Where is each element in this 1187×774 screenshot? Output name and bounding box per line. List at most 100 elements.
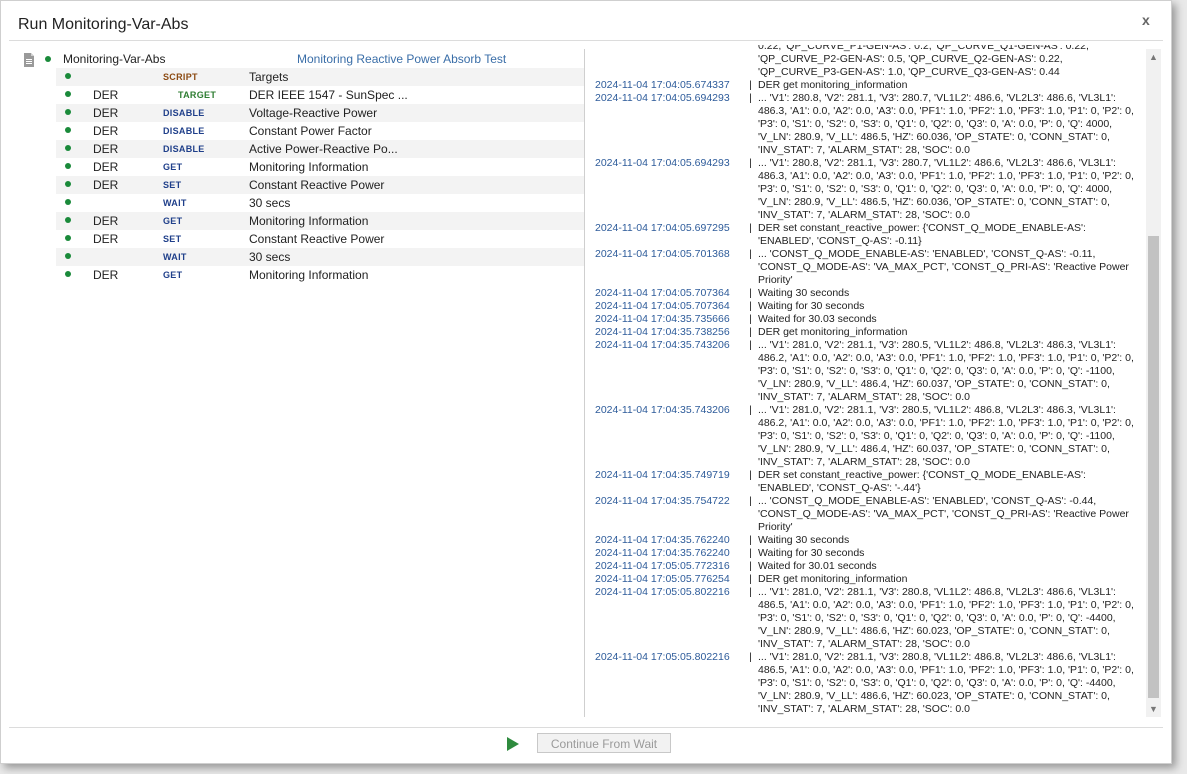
run-dialog: Run Monitoring-Var-Abs x Monitoring-Var-…	[0, 0, 1172, 764]
tree-root-description: Monitoring Reactive Power Absorb Test	[297, 52, 507, 66]
log-separator: |	[749, 573, 752, 585]
step-row[interactable]: DER TARGET DER IEEE 1547 - SunSpec ...	[56, 86, 584, 104]
step-row[interactable]: DER DISABLE Constant Power Factor	[56, 122, 584, 140]
log-entry: 2024-11-04 17:04:35.743206 | ... 'V1': 281…	[595, 339, 1143, 404]
log-scrollbar[interactable]: ▲ ▼	[1146, 49, 1161, 717]
step-row[interactable]: DER SET Constant Reactive Power	[56, 230, 584, 248]
step-row[interactable]: DER SET Constant Reactive Power	[56, 176, 584, 194]
log-timestamp: 2024-11-04 17:04:05.701368	[595, 248, 730, 260]
log-timestamp: 2024-11-04 17:05:05.772316	[595, 560, 730, 572]
log-entry: 2024-11-04 17:04:05.694293 | ... 'V1': 280…	[595, 157, 1143, 222]
status-dot	[65, 217, 71, 223]
dialog-title: Run Monitoring-Var-Abs	[18, 16, 189, 33]
log-message: 0.22, 'QP_CURVE_P1-GEN-AS': 0.2, 'QP_CUR…	[758, 45, 1089, 78]
log-timestamp: 2024-11-04 17:04:05.707364	[595, 300, 730, 312]
log-message: ... 'V1': 281.0, 'V2': 281.1, 'V3': 280.…	[758, 586, 1134, 650]
log-timestamp: 2024-11-04 17:04:05.707364	[595, 287, 730, 299]
step-row[interactable]: DER DISABLE Active Power-Reactive Po...	[56, 140, 584, 158]
status-dot	[65, 163, 71, 169]
step-device: DER	[93, 268, 119, 282]
step-keyword: SCRIPT	[163, 72, 198, 82]
log-entry: 0.22, 'QP_CURVE_P1-GEN-AS': 0.2, 'QP_CUR…	[595, 45, 1143, 79]
step-row[interactable]: DER GET Monitoring Information	[56, 266, 584, 284]
log-timestamp: 2024-11-04 17:05:05.802216	[595, 586, 730, 598]
footer-divider	[9, 727, 1163, 728]
step-device: DER	[93, 232, 119, 246]
log-panel: 0.22, 'QP_CURVE_P1-GEN-AS': 0.2, 'QP_CUR…	[595, 45, 1143, 717]
log-timestamp: 2024-11-04 17:04:35.743206	[595, 404, 730, 416]
log-timestamp: 2024-11-04 17:04:05.694293	[595, 157, 730, 169]
step-row[interactable]: DER GET Monitoring Information	[56, 212, 584, 230]
log-entry: 2024-11-04 17:04:05.697295 | DER set const…	[595, 222, 1143, 248]
step-device: DER	[93, 160, 119, 174]
log-message: ... 'V1': 280.8, 'V2': 281.1, 'V3': 280.…	[758, 92, 1134, 156]
scroll-down-icon[interactable]: ▼	[1146, 701, 1161, 717]
step-text: Constant Power Factor	[249, 124, 372, 138]
log-entries: 0.22, 'QP_CURVE_P1-GEN-AS': 0.2, 'QP_CUR…	[595, 45, 1143, 716]
status-dot	[65, 109, 71, 115]
log-message: Waiting for 30 seconds	[758, 300, 865, 312]
step-keyword: GET	[163, 270, 183, 280]
step-keyword: GET	[163, 162, 183, 172]
status-dot	[65, 235, 71, 241]
log-entry: 2024-11-04 17:04:35.762240 | Waiting 30 se…	[595, 534, 1143, 547]
log-separator: |	[749, 469, 752, 481]
log-message: Waiting for 30 seconds	[758, 547, 865, 559]
step-row[interactable]: WAIT 30 secs	[56, 194, 584, 212]
scroll-thumb[interactable]	[1148, 236, 1159, 698]
status-dot	[65, 145, 71, 151]
log-entry: 2024-11-04 17:04:05.694293 | ... 'V1': 280…	[595, 92, 1143, 157]
log-timestamp: 2024-11-04 17:04:35.735666	[595, 313, 730, 325]
log-entry: 2024-11-04 17:04:05.701368 | ... 'CONST_Q_…	[595, 248, 1143, 287]
log-separator: |	[749, 92, 752, 104]
tree-root[interactable]: Monitoring-Var-Abs Monitoring Reactive P…	[21, 51, 581, 67]
document-icon	[24, 53, 34, 67]
log-entry: 2024-11-04 17:05:05.772316 | Waited for 30…	[595, 560, 1143, 573]
step-list: SCRIPT Targets DER TARGET DER IEEE 1547 - Su…	[56, 68, 584, 284]
log-entry: 2024-11-04 17:04:35.762240 | Waiting for 3…	[595, 547, 1143, 560]
step-row[interactable]: SCRIPT Targets	[56, 68, 584, 86]
log-separator: |	[749, 287, 752, 299]
continue-from-wait-button[interactable]: Continue From Wait	[537, 733, 671, 753]
scroll-up-icon[interactable]: ▲	[1146, 49, 1161, 65]
log-message: ... 'V1': 281.0, 'V2': 281.1, 'V3': 280.…	[758, 339, 1134, 403]
log-message: ... 'V1': 280.8, 'V2': 281.1, 'V3': 280.…	[758, 157, 1134, 221]
log-timestamp: 2024-11-04 17:04:35.738256	[595, 326, 730, 338]
log-timestamp: 2024-11-04 17:04:35.749719	[595, 469, 730, 481]
log-separator: |	[749, 222, 752, 234]
step-device: DER	[93, 178, 119, 192]
step-device: DER	[93, 106, 119, 120]
step-keyword: TARGET	[178, 90, 217, 100]
status-dot	[65, 181, 71, 187]
log-separator: |	[749, 326, 752, 338]
panel-divider[interactable]	[584, 49, 585, 717]
step-text: Monitoring Information	[249, 268, 369, 282]
log-separator: |	[749, 339, 752, 351]
status-dot	[65, 271, 71, 277]
play-icon[interactable]	[507, 737, 519, 751]
step-text: Constant Reactive Power	[249, 178, 385, 192]
log-timestamp: 2024-11-04 17:04:35.762240	[595, 534, 730, 546]
log-timestamp: 2024-11-04 17:04:05.697295	[595, 222, 730, 234]
step-device: DER	[93, 88, 119, 102]
log-timestamp: 2024-11-04 17:04:05.694293	[595, 92, 730, 104]
step-device: DER	[93, 124, 119, 138]
log-separator: |	[749, 495, 752, 507]
step-row[interactable]: WAIT 30 secs	[56, 248, 584, 266]
step-keyword: WAIT	[163, 252, 187, 262]
step-row[interactable]: DER DISABLE Voltage-Reactive Power	[56, 104, 584, 122]
log-entry: 2024-11-04 17:04:35.743206 | ... 'V1': 281…	[595, 404, 1143, 469]
step-keyword: DISABLE	[163, 108, 205, 118]
log-message: DER set constant_reactive_power: {'CONST…	[758, 469, 1086, 494]
close-icon[interactable]: x	[1142, 12, 1150, 28]
step-row[interactable]: DER GET Monitoring Information	[56, 158, 584, 176]
log-entry: 2024-11-04 17:04:05.674337 | DER get monit…	[595, 79, 1143, 92]
log-message: ... 'V1': 281.0, 'V2': 281.1, 'V3': 280.…	[758, 651, 1134, 715]
log-entry: 2024-11-04 17:04:05.707364 | Waiting 30 se…	[595, 287, 1143, 300]
log-entry: 2024-11-04 17:05:05.802216 | ... 'V1': 281…	[595, 586, 1143, 651]
step-keyword: WAIT	[163, 198, 187, 208]
log-entry: 2024-11-04 17:05:05.802216 | ... 'V1': 281…	[595, 651, 1143, 716]
log-message: Waiting 30 seconds	[758, 534, 850, 546]
log-message: Waited for 30.03 seconds	[758, 313, 877, 325]
status-dot	[65, 127, 71, 133]
